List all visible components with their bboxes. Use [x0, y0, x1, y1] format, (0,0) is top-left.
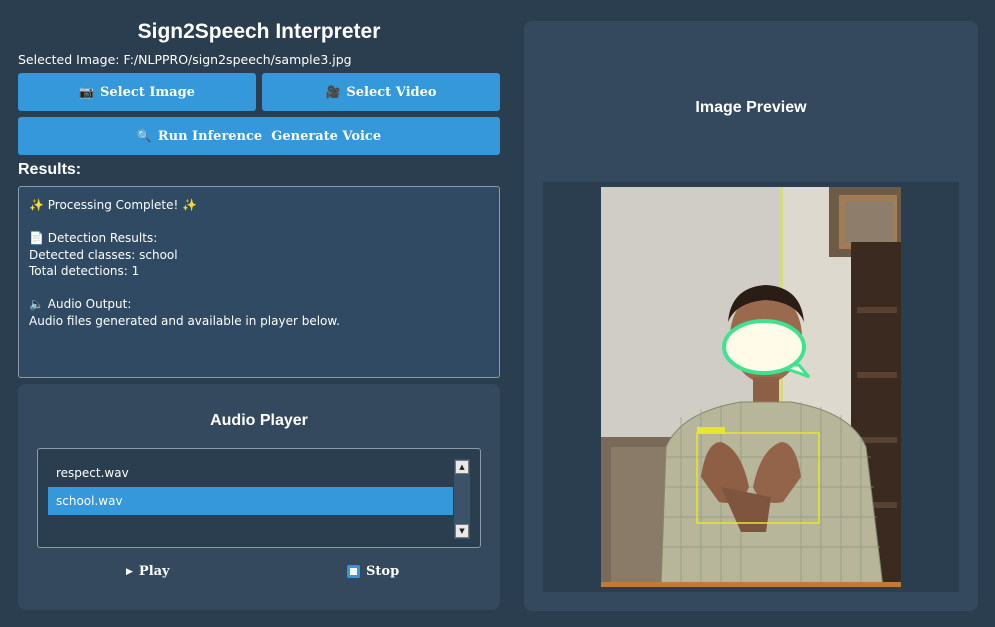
- play-button[interactable]: ▶ Play: [126, 564, 170, 579]
- list-scrollbar[interactable]: ▲ ▼: [454, 459, 470, 539]
- results-line: Audio files generated and available in p…: [29, 313, 340, 328]
- selected-image-path: Selected Image: F:/NLPPRO/sign2speech/sa…: [18, 52, 352, 67]
- audio-file-item[interactable]: respect.wav: [48, 459, 453, 487]
- preview-image-graphic: [601, 187, 901, 587]
- select-video-label: Select Video: [346, 84, 437, 100]
- image-preview-frame: [543, 182, 959, 592]
- scroll-up-icon[interactable]: ▲: [455, 460, 469, 474]
- camera-icon: 📷: [79, 85, 94, 99]
- stop-label: Stop: [366, 564, 400, 579]
- results-line: Total detections: 1: [29, 264, 140, 278]
- image-preview-title: Image Preview: [695, 99, 807, 116]
- results-heading: Results:: [18, 161, 82, 178]
- preview-photo: [601, 187, 901, 587]
- run-inference-label: Run Inference Generate Voice: [157, 128, 382, 144]
- audio-file-list[interactable]: respect.wav school.wav ▲ ▼: [37, 448, 481, 548]
- results-textbox[interactable]: ✨ Processing Complete! ✨ 📄 Detection Resu…: [18, 186, 500, 378]
- run-inference-button[interactable]: 🔍 Run Inference Generate Voice: [18, 117, 500, 155]
- play-label: Play: [138, 564, 170, 579]
- results-line: 📄 Detection Results:: [29, 231, 158, 245]
- audio-player-title: Audio Player: [210, 412, 308, 429]
- video-icon: 🎥: [325, 85, 341, 99]
- results-line: Detected classes: school: [29, 247, 178, 262]
- image-preview-panel: Image Preview: [524, 21, 978, 611]
- select-video-button[interactable]: 🎥 Select Video: [262, 73, 500, 111]
- select-image-label: Select Image: [100, 84, 195, 100]
- stop-icon: [347, 565, 360, 578]
- results-blank-line: [29, 280, 489, 297]
- play-icon: ▶: [126, 566, 133, 577]
- results-line: ✨ Processing Complete! ✨: [29, 198, 198, 212]
- app-title: Sign2Speech Interpreter: [137, 20, 381, 43]
- scroll-down-icon[interactable]: ▼: [455, 524, 469, 538]
- select-image-button[interactable]: 📷 Select Image: [18, 73, 256, 111]
- results-line: 🔈 Audio Output:: [29, 297, 132, 311]
- results-blank-line: [29, 214, 489, 231]
- audio-file-item-selected[interactable]: school.wav: [48, 487, 453, 515]
- audio-player-panel: Audio Player respect.wav school.wav ▲ ▼ …: [18, 384, 500, 610]
- magnifier-icon: 🔍: [136, 129, 152, 143]
- stop-button[interactable]: Stop: [347, 564, 399, 579]
